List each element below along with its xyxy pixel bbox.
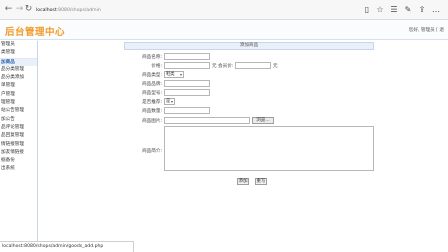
app-title: 后台管理中心	[5, 27, 66, 38]
browser-toolbar: ← → ↻ localhost:8080/shops/admin ▯ ☆ ☰ ✎…	[0, 0, 448, 20]
label-recommend: 是否推荐:	[142, 100, 162, 105]
more-icon[interactable]: …	[431, 4, 441, 15]
sidebar: 管理员 类管理 加商品 品分类管理 品分类添加 单管理 户管理 理管理 站公告管理 加公告 品评论管…	[0, 41, 38, 241]
user-info[interactable]: 您好, 管理员 [ 退	[409, 27, 444, 33]
recommend-select[interactable]: 是 ▾	[164, 98, 175, 105]
recommend-select-value: 是	[166, 99, 171, 104]
sidebar-item[interactable]: 加友情链接	[0, 149, 37, 157]
app-header: 后台管理中心 您好, 管理员 [ 退	[0, 20, 448, 40]
member-price-input[interactable]	[235, 62, 271, 69]
sidebar-item[interactable]: 出系统	[0, 165, 37, 173]
sidebar-item[interactable]: 站公告管理	[0, 107, 37, 115]
label-price: 价格:	[151, 64, 162, 69]
browse-button[interactable]: 浏览...	[252, 117, 274, 124]
status-bar-url: localhost:8080/shops/admin/goods_add.php	[0, 241, 134, 252]
sidebar-item[interactable]: 类管理	[0, 49, 37, 57]
sidebar-item[interactable]: 户管理	[0, 91, 37, 99]
sidebar-item[interactable]: 单管理	[0, 82, 37, 90]
reading-view-icon[interactable]: ▯	[362, 4, 372, 15]
label-description: 商品简介:	[142, 149, 162, 154]
share-icon[interactable]: ⇪	[417, 4, 427, 15]
label-model: 商品型号:	[142, 91, 162, 96]
label-brand: 商品品牌:	[142, 82, 162, 87]
back-arrow-icon[interactable]: ←	[3, 4, 14, 15]
add-product-form: 添加商品 商品名称: 价格: 元 会员价: 元 商品类型: 鞋类 ▾ 商品品牌: …	[124, 42, 374, 192]
model-input[interactable]	[164, 89, 210, 96]
description-textarea[interactable]	[164, 126, 374, 171]
quantity-input[interactable]	[164, 107, 210, 114]
address-path: :8080/shops/admin	[56, 7, 101, 13]
member-price-unit: 元	[273, 64, 278, 69]
label-image: 商品图片:	[142, 119, 162, 124]
label-quantity: 商品数量:	[142, 109, 162, 114]
price-input[interactable]	[164, 62, 210, 69]
sidebar-item[interactable]: 加公告	[0, 116, 37, 124]
chevron-down-icon: ▾	[179, 72, 182, 77]
chevron-down-icon: ▾	[170, 99, 173, 104]
price-unit: 元	[212, 64, 217, 69]
sidebar-item[interactable]: 品分类管理	[0, 66, 37, 74]
label-member-price: 会员价:	[218, 64, 234, 69]
sidebar-item[interactable]: 据备份	[0, 157, 37, 165]
category-select-value: 鞋类	[166, 72, 175, 77]
brand-input[interactable]	[164, 80, 210, 87]
reset-button[interactable]: 重写	[255, 178, 267, 185]
label-name: 商品名称:	[142, 55, 162, 60]
sidebar-item[interactable]: 品分类添加	[0, 74, 37, 82]
sidebar-item[interactable]: 理管理	[0, 99, 37, 107]
favorites-list-icon[interactable]: ☰	[389, 4, 399, 15]
sidebar-item[interactable]: 管理员	[0, 41, 37, 49]
address-bar[interactable]: localhost:8080/shops/admin	[32, 4, 350, 16]
sidebar-item[interactable]: 情链接管理	[0, 141, 37, 149]
panel-title: 添加商品	[124, 42, 374, 50]
label-category: 商品类型:	[142, 73, 162, 78]
pen-icon[interactable]: ✎	[403, 4, 413, 15]
address-host: localhost	[36, 7, 57, 13]
favorite-star-icon[interactable]: ☆	[375, 4, 385, 15]
category-select[interactable]: 鞋类 ▾	[164, 71, 184, 78]
sidebar-item[interactable]: 品回复管理	[0, 132, 37, 140]
image-path-input[interactable]	[164, 117, 250, 124]
sidebar-item[interactable]: 加商品	[0, 57, 37, 66]
sidebar-item[interactable]: 品评论管理	[0, 124, 37, 132]
product-name-input[interactable]	[164, 53, 210, 60]
add-button[interactable]: 添加	[237, 178, 249, 185]
